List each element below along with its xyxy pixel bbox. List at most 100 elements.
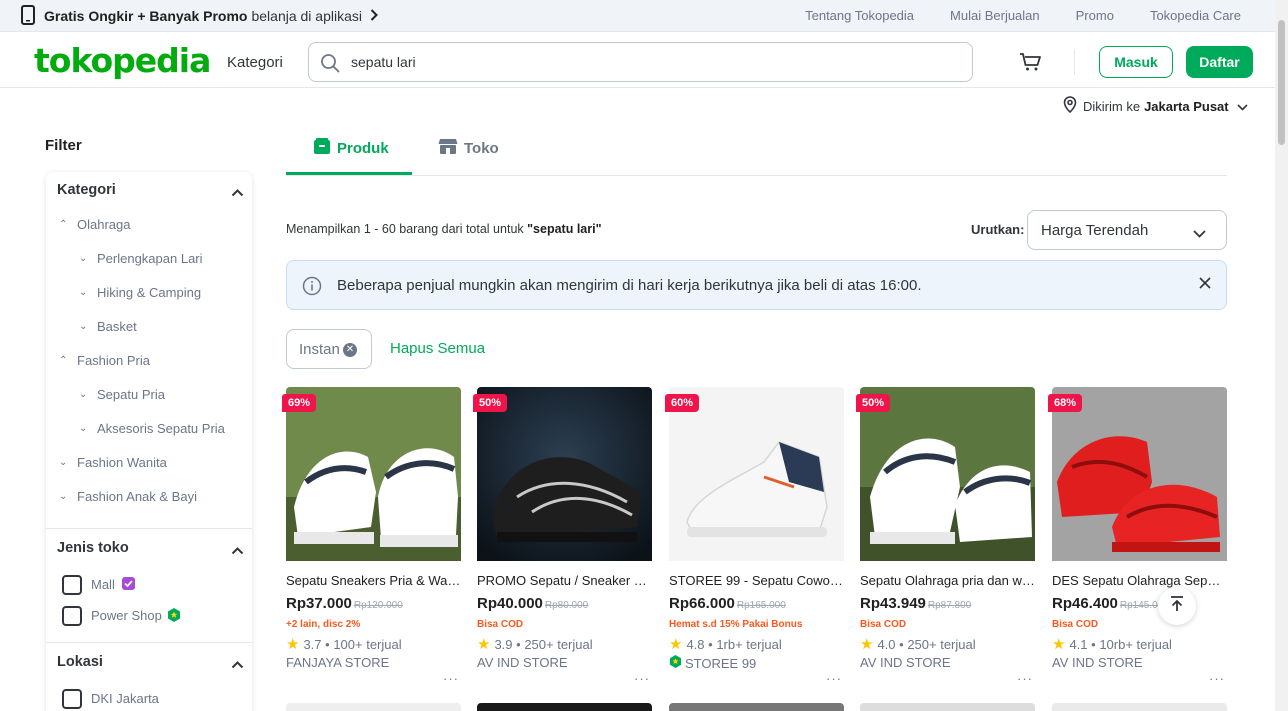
product-name[interactable]: Sepatu Olahraga pria dan wanita	[860, 573, 1035, 588]
more-options-icon[interactable]: ···	[443, 671, 459, 686]
product-card[interactable]: 50% Sepatu Olahraga pria dan wanita Rp43…	[856, 387, 1035, 711]
product-price: Rp37.000 Rp120.000	[286, 595, 403, 612]
product-name[interactable]: DES Sepatu Olahraga Sepatu Lari	[1052, 573, 1227, 588]
tokopedia-logo[interactable]: tokopedia	[34, 41, 211, 80]
remove-chip-icon[interactable]: ✕	[343, 343, 357, 357]
ship-prefix: Dikirim ke	[1083, 98, 1141, 114]
shipping-notice: Beberapa penjual mungkin akan mengirim d…	[286, 260, 1227, 310]
promo-tag: Bisa COD	[1052, 619, 1099, 630]
category-label: Basket	[97, 319, 137, 334]
notice-text: Beberapa penjual mungkin akan mengirim d…	[337, 276, 922, 294]
daftar-button[interactable]: Daftar	[1186, 46, 1253, 78]
product-card[interactable]: 68% DES Sepatu Olahraga Sepatu Lari Rp46…	[1048, 387, 1227, 711]
top-links: Tentang Tokopedia Mulai Berjualan Promo …	[769, 8, 1241, 23]
more-options-icon[interactable]: ···	[1209, 671, 1225, 686]
sold-count: 100+ terjual	[333, 636, 402, 652]
link-mulai-berjualan[interactable]: Mulai Berjualan	[950, 8, 1040, 23]
scrollbar-thumb[interactable]	[1278, 20, 1285, 145]
chevron-up-icon[interactable]	[231, 656, 244, 674]
tab-produk[interactable]: Produk	[313, 137, 389, 159]
hapus-semua-link[interactable]: Hapus Semua	[390, 340, 485, 357]
link-care[interactable]: Tokopedia Care	[1150, 8, 1241, 23]
category-label: Fashion Wanita	[77, 455, 167, 470]
close-icon[interactable]	[1198, 276, 1212, 294]
tab-toko-label: Toko	[464, 139, 499, 157]
category-fashion-anak-bayi[interactable]: ⌄ Fashion Anak & Bayi	[59, 489, 197, 504]
discount-badge: 50%	[856, 394, 891, 412]
next-product-image	[477, 703, 652, 711]
product-name[interactable]: STOREE 99 - Sepatu Cowok Pria	[669, 573, 844, 588]
dki-jakarta-label: DKI Jakarta	[91, 691, 159, 706]
kategori-section-title[interactable]: Kategori	[57, 182, 116, 198]
app-promo-link[interactable]: Gratis Ongkir + Banyak Promo belanja di …	[20, 4, 378, 26]
product-rating: ★ 3.9 • 250+ terjual	[477, 636, 593, 653]
back-to-top-button[interactable]	[1158, 587, 1196, 625]
category-perlengkapan-lari[interactable]: ⌄ Perlengkapan Lari	[79, 251, 203, 266]
product-name[interactable]: Sepatu Sneakers Pria & Wanita	[286, 573, 461, 588]
product-card[interactable]: 50% PROMO Sepatu / Sneaker Pria Rp40.000…	[473, 387, 652, 711]
chevron-down-icon	[1193, 225, 1206, 242]
promo-tag: Hemat s.d 15% Pakai Bonus	[669, 619, 803, 630]
sort-label: Urutkan:	[971, 222, 1025, 237]
chevron-up-icon[interactable]	[231, 542, 244, 560]
lokasi-title[interactable]: Lokasi	[57, 654, 103, 670]
more-options-icon[interactable]: ···	[634, 671, 650, 686]
category-basket[interactable]: ⌄ Basket	[79, 319, 137, 334]
link-tentang[interactable]: Tentang Tokopedia	[805, 8, 914, 23]
chevron-down-icon: ⌄	[59, 457, 68, 468]
category-label: Olahraga	[77, 217, 131, 232]
category-label: Hiking & Camping	[97, 285, 202, 300]
section-divider	[46, 528, 252, 529]
product-name[interactable]: PROMO Sepatu / Sneaker Pria	[477, 573, 652, 588]
shop-name[interactable]: AV IND STORE	[477, 655, 568, 670]
original-price: Rp80.000	[544, 600, 589, 611]
tab-active-indicator	[286, 172, 412, 175]
shop-name[interactable]: AV IND STORE	[1052, 655, 1143, 670]
link-promo[interactable]: Promo	[1076, 8, 1114, 23]
filter-chip-instan[interactable]: Instan ✕	[286, 329, 372, 369]
category-olahraga[interactable]: ⌃ Olahraga	[59, 217, 130, 232]
more-options-icon[interactable]: ···	[1017, 671, 1033, 686]
category-hiking-camping[interactable]: ⌄ Hiking & Camping	[79, 285, 201, 300]
shipping-location[interactable]: Dikirim ke Jakarta Pusat	[1063, 96, 1248, 116]
product-image	[860, 387, 1035, 561]
kategori-menu[interactable]: Kategori	[227, 54, 283, 71]
shop-label: FANJAYA STORE	[286, 655, 390, 670]
category-aksesoris-sepatu-pria[interactable]: ⌄ Aksesoris Sepatu Pria	[79, 421, 225, 436]
dki-jakarta-checkbox[interactable]	[62, 689, 82, 709]
product-price: Rp43.949 Rp87.800	[860, 595, 971, 612]
tab-toko[interactable]: Toko	[438, 137, 499, 159]
chevron-down-icon: ⌄	[79, 287, 88, 298]
category-label: Fashion Anak & Bayi	[77, 489, 197, 504]
power-shop-checkbox[interactable]	[62, 606, 82, 626]
masuk-button[interactable]: Masuk	[1099, 46, 1173, 78]
star-icon: ★	[669, 636, 683, 653]
rating-value: 4.8	[686, 636, 705, 652]
category-label: Aksesoris Sepatu Pria	[97, 421, 225, 436]
category-fashion-wanita[interactable]: ⌄ Fashion Wanita	[59, 455, 167, 470]
product-price: Rp66.000 Rp165.000	[669, 595, 786, 612]
filter-title: Filter	[45, 137, 82, 154]
sold-count: 250+ terjual	[524, 636, 593, 652]
next-product-image	[860, 703, 1035, 711]
chevron-up-icon[interactable]	[231, 184, 244, 202]
sort-value: Harga Terendah	[1041, 221, 1149, 239]
product-image	[286, 387, 461, 561]
more-options-icon[interactable]: ···	[826, 671, 842, 686]
shop-name[interactable]: AV IND STORE	[860, 655, 951, 670]
shop-name[interactable]: STOREE 99	[669, 655, 756, 671]
category-fashion-pria[interactable]: ⌃ Fashion Pria	[59, 353, 150, 368]
product-card[interactable]: 60% STOREE 99 - Sepatu Cowok Pria Rp66.0…	[665, 387, 844, 711]
mall-checkbox[interactable]	[62, 575, 82, 595]
chevron-down-icon: ⌄	[59, 491, 68, 502]
sort-dropdown[interactable]: Harga Terendah	[1027, 210, 1227, 250]
shop-name[interactable]: FANJAYA STORE	[286, 655, 389, 670]
category-sepatu-pria[interactable]: ⌄ Sepatu Pria	[79, 387, 165, 402]
search-input[interactable]	[351, 54, 911, 70]
chevron-down-icon	[1237, 99, 1248, 114]
cart-icon[interactable]	[1019, 52, 1043, 77]
product-card[interactable]: 69% Sepatu Sneakers Pria & Wanita Rp37.0…	[282, 387, 461, 711]
product-image	[669, 387, 844, 561]
jenis-toko-title[interactable]: Jenis toko	[57, 540, 129, 556]
price-value: Rp46.400	[1052, 595, 1118, 612]
